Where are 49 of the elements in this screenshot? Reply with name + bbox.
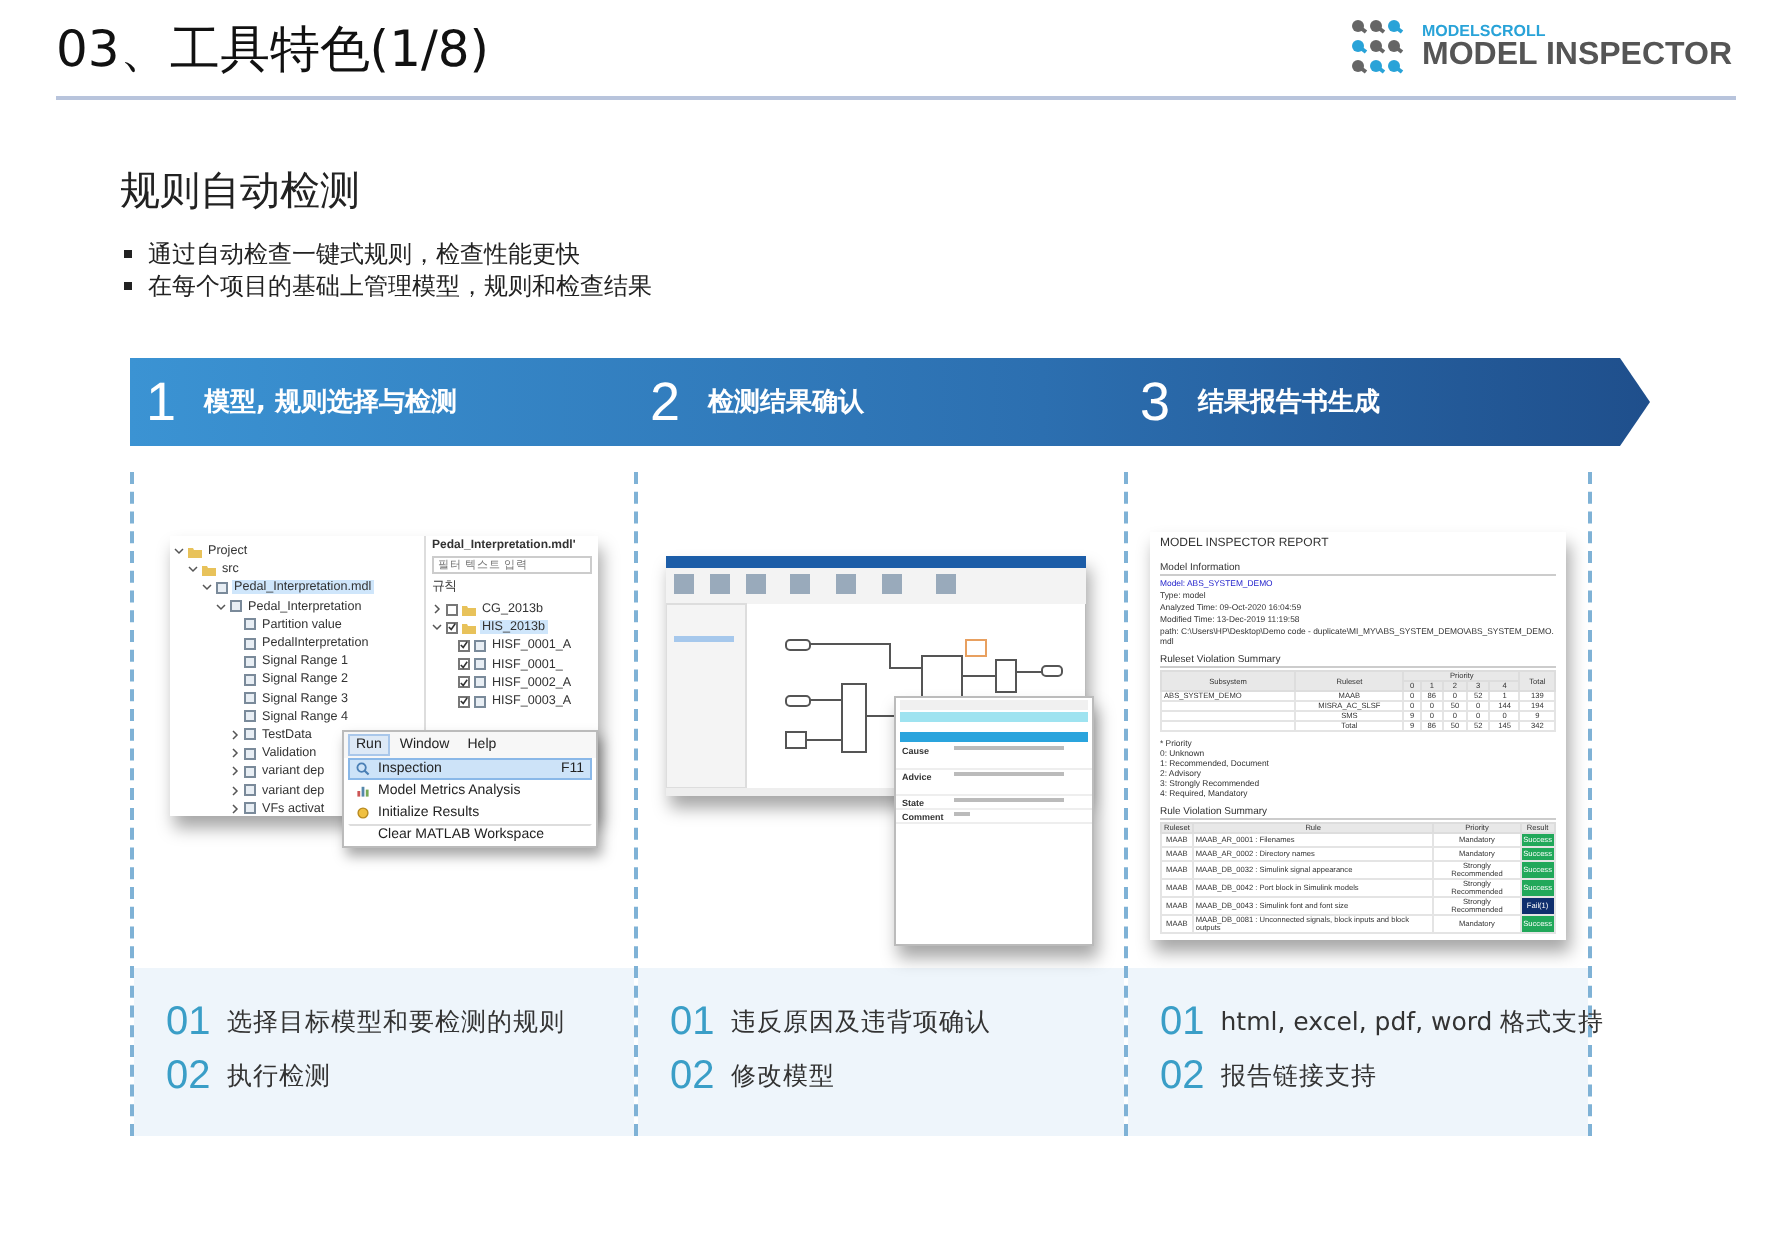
caret-icon[interactable] bbox=[230, 785, 240, 796]
blurred-text-line bbox=[954, 746, 1064, 750]
caret-icon[interactable] bbox=[230, 729, 240, 740]
caret-icon[interactable] bbox=[432, 622, 442, 633]
step-label: 模型, 规则选择与检测 bbox=[204, 386, 457, 420]
step-number: 2 bbox=[650, 371, 681, 433]
product-name: MODEL INSPECTOR bbox=[1422, 40, 1732, 72]
blurred-text-line bbox=[954, 772, 1064, 776]
step-number: 1 bbox=[146, 371, 177, 433]
item-text: html, excel, pdf, word 格式支持 bbox=[1220, 1006, 1605, 1040]
caret-icon[interactable] bbox=[188, 564, 198, 575]
blurred-text-line bbox=[954, 798, 1064, 802]
bullet-icon bbox=[124, 282, 132, 290]
caret-icon[interactable] bbox=[230, 766, 240, 777]
caret-icon[interactable] bbox=[174, 546, 184, 557]
checkbox[interactable] bbox=[458, 658, 470, 671]
checkbox[interactable] bbox=[446, 621, 458, 634]
item-number: 01 bbox=[166, 1000, 211, 1046]
bullet-text: 在每个项目的基础上管理模型，规则和检查结果 bbox=[148, 270, 652, 302]
item-number: 02 bbox=[670, 1054, 715, 1100]
caret-icon[interactable] bbox=[216, 601, 226, 612]
chart-icon bbox=[356, 784, 370, 798]
checkbox[interactable] bbox=[446, 603, 458, 616]
item-text: 报告链接支持 bbox=[1220, 1060, 1377, 1094]
checkbox[interactable] bbox=[458, 676, 470, 689]
bullet-text: 通过自动检查一键式规则，检查性能更快 bbox=[148, 238, 580, 270]
item-text: 修改模型 bbox=[730, 1060, 835, 1094]
step-label: 结果报告书生成 bbox=[1198, 385, 1381, 420]
section-heading: 规则自动检测 bbox=[120, 164, 362, 218]
caret-icon[interactable] bbox=[432, 604, 442, 615]
item-number: 01 bbox=[670, 1000, 715, 1046]
checkbox[interactable] bbox=[458, 639, 470, 652]
slide-title: 03、工具特色(1/8) bbox=[56, 17, 490, 81]
item-text: 违反原因及违背项确认 bbox=[730, 1006, 991, 1040]
step-number: 3 bbox=[1140, 371, 1171, 433]
item-number: 01 bbox=[1160, 1000, 1205, 1046]
bullet-icon bbox=[124, 250, 132, 258]
item-text: 选择目标模型和要检测的规则 bbox=[226, 1006, 565, 1040]
caret-icon[interactable] bbox=[202, 582, 212, 593]
caret-icon[interactable] bbox=[230, 803, 240, 814]
checkbox[interactable] bbox=[458, 695, 470, 708]
caret-icon[interactable] bbox=[230, 748, 240, 759]
item-number: 02 bbox=[1160, 1054, 1205, 1100]
brand-name: MODELSCROLL bbox=[1422, 24, 1548, 40]
item-number: 02 bbox=[166, 1054, 211, 1100]
item-text: 执行检测 bbox=[226, 1060, 331, 1094]
search-icon bbox=[356, 762, 370, 776]
step-label: 检测结果确认 bbox=[708, 386, 865, 420]
reset-icon bbox=[356, 806, 370, 820]
